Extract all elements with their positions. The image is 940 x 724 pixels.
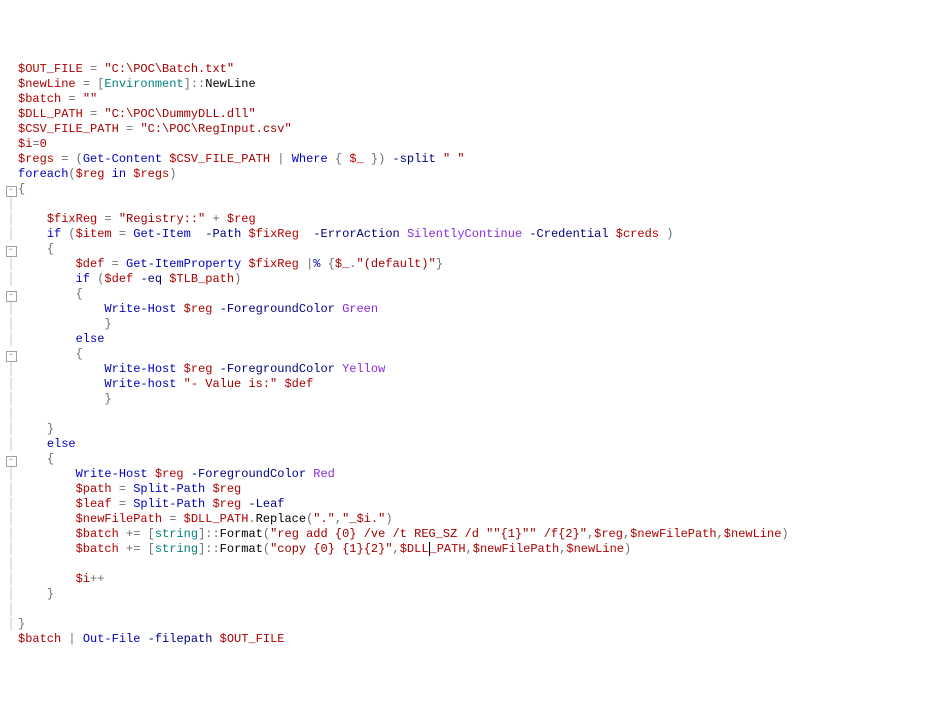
code-line[interactable]: │ Write-Host $reg -ForegroundColor Yello… — [4, 362, 936, 377]
code-line[interactable]: │ Write-host "- Value is:" $def — [4, 377, 936, 392]
fold-guide: │ — [4, 227, 18, 242]
fold-guide: │ — [4, 317, 18, 332]
code-line[interactable]: │ else — [4, 332, 936, 347]
code-line[interactable]: │ $fixReg = "Registry::" + $reg — [4, 212, 936, 227]
fold-guide: │ — [4, 407, 18, 422]
fold-guide: │ — [4, 467, 18, 482]
code-line[interactable]: │ — [4, 197, 936, 212]
code-line[interactable]: │ — [4, 602, 936, 617]
fold-guide: │ — [4, 497, 18, 512]
fold-guide: │ — [4, 587, 18, 602]
fold-guide: │ — [4, 617, 18, 632]
code-line[interactable]: │ $batch += [string]::Format("reg add {0… — [4, 527, 936, 542]
fold-guide: │ — [4, 572, 18, 587]
code-line[interactable]: $regs = (Get-Content $CSV_FILE_PATH | Wh… — [4, 152, 936, 167]
fold-guide: │ — [4, 422, 18, 437]
code-line[interactable]: $DLL_PATH = "C:\POC\DummyDLL.dll" — [4, 107, 936, 122]
code-line[interactable]: │ $def = Get-ItemProperty $fixReg |% {$_… — [4, 257, 936, 272]
fold-guide: │ — [4, 362, 18, 377]
code-line[interactable]: │ $leaf = Split-Path $reg -Leaf — [4, 497, 936, 512]
code-line[interactable]: │ $i++ — [4, 572, 936, 587]
code-line[interactable]: │ — [4, 557, 936, 572]
fold-guide: │ — [4, 257, 18, 272]
code-line[interactable]: - { — [4, 452, 936, 467]
code-line[interactable]: -{ — [4, 182, 936, 197]
gutter-blank — [4, 77, 18, 92]
gutter-blank — [4, 62, 18, 77]
code-line[interactable]: - { — [4, 242, 936, 257]
fold-guide: │ — [4, 542, 18, 557]
code-line[interactable]: │} — [4, 617, 936, 632]
gutter-blank — [4, 92, 18, 107]
code-line[interactable]: │ — [4, 407, 936, 422]
gutter-blank — [4, 137, 18, 152]
code-line[interactable]: │ if ($item = Get-Item -Path $fixReg -Er… — [4, 227, 936, 242]
code-line[interactable]: $newLine = [Environment]::NewLine — [4, 77, 936, 92]
fold-toggle[interactable]: - — [4, 242, 18, 257]
code-line[interactable]: │ Write-Host $reg -ForegroundColor Green — [4, 302, 936, 317]
code-editor[interactable]: $OUT_FILE = "C:\POC\Batch.txt" $newLine … — [4, 62, 936, 647]
code-line[interactable]: │ else — [4, 437, 936, 452]
fold-guide: │ — [4, 602, 18, 617]
code-line[interactable]: $batch | Out-File -filepath $OUT_FILE — [4, 632, 936, 647]
code-line[interactable]: $OUT_FILE = "C:\POC\Batch.txt" — [4, 62, 936, 77]
code-line[interactable]: │ if ($def -eq $TLB_path) — [4, 272, 936, 287]
fold-guide: │ — [4, 482, 18, 497]
fold-toggle[interactable]: - — [4, 287, 18, 302]
code-line[interactable]: │ Write-Host $reg -ForegroundColor Red — [4, 467, 936, 482]
gutter-blank — [4, 167, 18, 182]
fold-guide: │ — [4, 512, 18, 527]
code-line[interactable]: │ $batch += [string]::Format("copy {0} {… — [4, 542, 936, 557]
gutter-blank — [4, 107, 18, 122]
gutter-blank — [4, 122, 18, 137]
gutter-blank — [4, 152, 18, 167]
fold-guide: │ — [4, 527, 18, 542]
code-line[interactable]: - { — [4, 347, 936, 362]
fold-guide: │ — [4, 212, 18, 227]
fold-guide: │ — [4, 377, 18, 392]
fold-guide: │ — [4, 272, 18, 287]
code-line[interactable]: │ $newFilePath = $DLL_PATH.Replace(".","… — [4, 512, 936, 527]
code-line[interactable]: │ } — [4, 422, 936, 437]
code-line[interactable]: $batch = "" — [4, 92, 936, 107]
fold-toggle[interactable]: - — [4, 182, 18, 197]
fold-guide: │ — [4, 302, 18, 317]
code-line[interactable]: foreach($reg in $regs) — [4, 167, 936, 182]
fold-toggle[interactable]: - — [4, 452, 18, 467]
code-line[interactable]: │ } — [4, 587, 936, 602]
fold-guide: │ — [4, 392, 18, 407]
code-line[interactable]: │ $path = Split-Path $reg — [4, 482, 936, 497]
gutter-blank — [4, 632, 18, 647]
code-line[interactable]: │ } — [4, 317, 936, 332]
fold-toggle[interactable]: - — [4, 347, 18, 362]
fold-guide: │ — [4, 197, 18, 212]
fold-guide: │ — [4, 557, 18, 572]
code-line[interactable]: $i=0 — [4, 137, 936, 152]
fold-guide: │ — [4, 332, 18, 347]
code-line[interactable]: │ } — [4, 392, 936, 407]
code-line[interactable]: - { — [4, 287, 936, 302]
fold-guide: │ — [4, 437, 18, 452]
code-line[interactable]: $CSV_FILE_PATH = "C:\POC\RegInput.csv" — [4, 122, 936, 137]
